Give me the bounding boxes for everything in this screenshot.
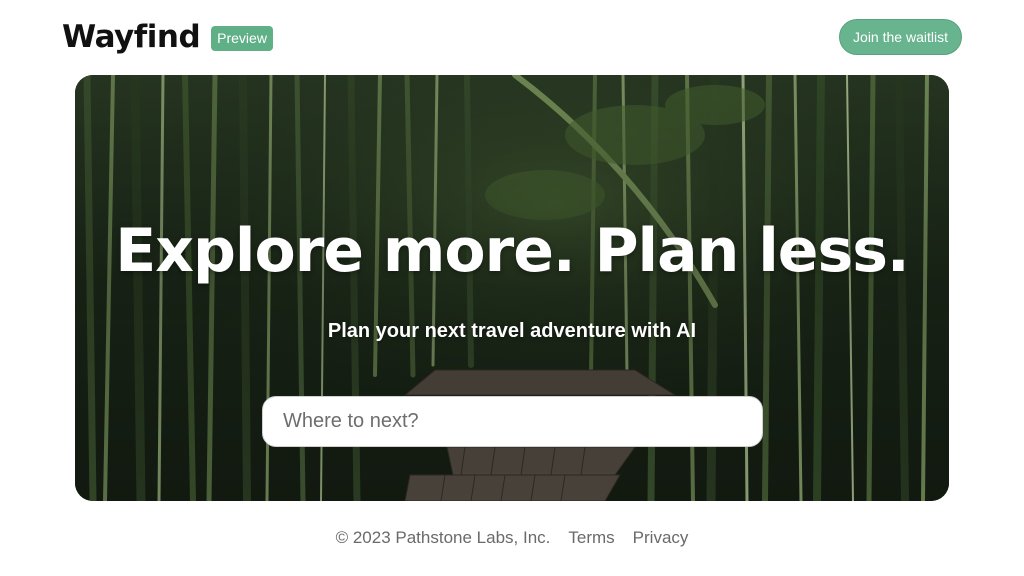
copyright-text: © 2023 Pathstone Labs, Inc.: [335, 528, 551, 547]
privacy-link[interactable]: Privacy: [633, 528, 689, 548]
destination-search-input[interactable]: [262, 396, 763, 447]
hero-title: Explore more. Plan less.: [115, 216, 909, 286]
site-header: Wayfind Preview Join the waitlist: [0, 0, 1024, 75]
join-waitlist-button[interactable]: Join the waitlist: [839, 19, 962, 55]
terms-link[interactable]: Terms: [568, 528, 614, 548]
hero-subtitle: Plan your next travel adventure with AI: [327, 320, 697, 342]
brand-logo-text[interactable]: Wayfind: [62, 17, 201, 57]
preview-badge: Preview: [211, 25, 273, 51]
brand: Wayfind Preview: [62, 17, 273, 57]
hero-banner: Explore more. Plan less. Plan your next …: [75, 75, 949, 501]
site-footer: © 2023 Pathstone Labs, Inc. Terms Privac…: [0, 528, 1024, 548]
